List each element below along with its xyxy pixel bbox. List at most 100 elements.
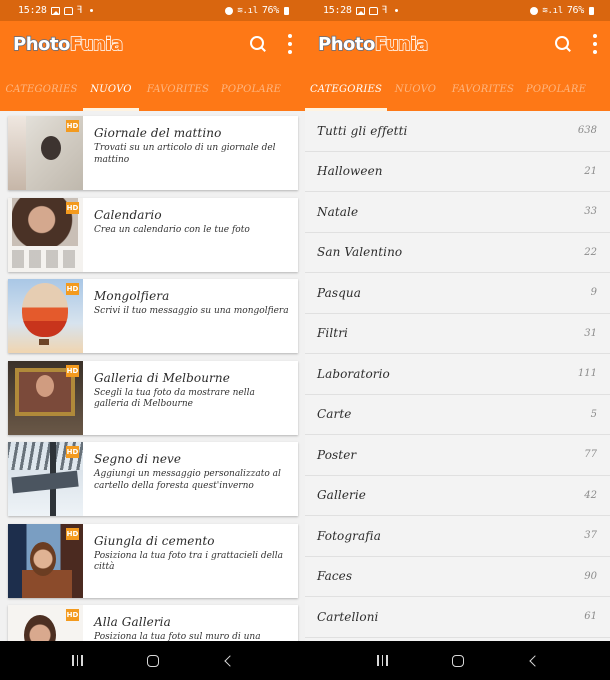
- recents-icon: [377, 655, 388, 666]
- effect-title: Alla Galleria: [94, 615, 171, 629]
- alarm-icon: [225, 6, 234, 15]
- logo-photo: Photo: [317, 33, 376, 56]
- smart-home-notification-icon: [63, 6, 73, 15]
- effect-title: Giornale del mattino: [94, 126, 222, 140]
- status-bar: 15:28 ꟻ ≋.ıl 76%: [0, 0, 305, 21]
- effect-card[interactable]: HD Alla Galleria Posiziona la tua foto s…: [8, 605, 298, 641]
- back-icon: [223, 654, 236, 667]
- tab-categories[interactable]: CATEGORIES: [305, 67, 387, 111]
- category-row[interactable]: Laboratorio 111: [305, 354, 610, 395]
- system-nav-bar: [0, 641, 305, 680]
- more-vert-icon[interactable]: [287, 34, 293, 54]
- effect-title: Mongolfiera: [94, 289, 170, 303]
- category-name: Poster: [317, 447, 357, 462]
- hd-badge: HD: [66, 283, 79, 295]
- screens: 15:28 ꟻ ≋.ıl 76% PhotoFunia CATEGORIES N: [0, 0, 610, 680]
- category-name: Gallerie: [317, 488, 366, 503]
- category-count: 77: [584, 449, 597, 461]
- effect-thumbnail: HD: [8, 116, 83, 190]
- alarm-icon: [530, 6, 539, 15]
- home-icon: [451, 654, 464, 667]
- effect-card[interactable]: HD Mongolfiera Scrivi il tuo messaggio s…: [8, 279, 298, 353]
- more-notifications-dot-icon: [395, 9, 399, 12]
- status-time: 15:28: [18, 5, 47, 16]
- effect-thumbnail: HD: [8, 442, 83, 516]
- app-logo: PhotoFunia: [12, 33, 124, 56]
- recents-button[interactable]: [63, 649, 93, 673]
- category-row[interactable]: Pasqua 9: [305, 273, 610, 314]
- category-name: Filtri: [317, 326, 348, 341]
- effect-title: Giungla di cemento: [94, 533, 215, 548]
- search-icon[interactable]: [554, 35, 572, 53]
- more-vert-icon[interactable]: [592, 34, 598, 54]
- status-bar: 15:28 ꟻ ≋.ıl 76%: [305, 0, 610, 21]
- category-row[interactable]: Fotografia 37: [305, 516, 610, 557]
- category-count: 21: [584, 165, 597, 177]
- hd-badge: HD: [66, 120, 79, 132]
- effect-card[interactable]: HD Giungla di cemento Posiziona la tua f…: [8, 523, 298, 598]
- category-name: Carte: [317, 407, 352, 422]
- logo-funia: Funia: [374, 33, 429, 56]
- tab-nuovo[interactable]: NUOVO: [83, 67, 139, 111]
- tab-nuovo[interactable]: NUOVO: [387, 67, 444, 111]
- app-logo: PhotoFunia: [317, 33, 429, 56]
- tab-categories[interactable]: CATEGORIES: [0, 67, 83, 111]
- effect-title: Galleria di Melbourne: [94, 370, 230, 385]
- tab-popolare[interactable]: POPOLARE: [522, 67, 590, 111]
- category-count: 31: [584, 327, 597, 339]
- home-button[interactable]: [443, 649, 473, 673]
- category-row[interactable]: San Valentino 22: [305, 233, 610, 273]
- category-count: 61: [584, 611, 597, 623]
- category-count: 42: [584, 489, 597, 501]
- effect-thumbnail: HD: [8, 605, 83, 641]
- category-name: Natale: [317, 204, 359, 219]
- effect-thumbnail: HD: [8, 279, 83, 353]
- effect-title: Segno di neve: [94, 452, 182, 466]
- home-icon: [146, 654, 159, 667]
- recents-button[interactable]: [368, 649, 398, 673]
- back-button[interactable]: [213, 649, 243, 673]
- category-row[interactable]: Tutti gli effetti 638: [305, 111, 610, 152]
- effect-description: Posiziona la tua foto tra i grattacieli …: [94, 550, 284, 573]
- tab-popolare[interactable]: POPOLARE: [217, 67, 285, 111]
- category-row[interactable]: Natale 33: [305, 192, 610, 233]
- tab-favorites[interactable]: FAVORITES: [139, 67, 217, 111]
- app-bar: PhotoFunia CATEGORIES NUOVO FAVORITES PO…: [305, 21, 610, 111]
- effect-description: Trovati su un articolo di un giornale de…: [94, 143, 276, 165]
- battery-percent: 76%: [566, 5, 584, 16]
- category-name: San Valentino: [317, 245, 403, 260]
- more-notifications-dot-icon: [90, 9, 94, 12]
- category-row[interactable]: Carte 5: [305, 395, 610, 435]
- effect-thumbnail: HD: [8, 197, 83, 272]
- tab-favorites[interactable]: FAVORITES: [444, 67, 522, 111]
- app-bar: PhotoFunia CATEGORIES NUOVO FAVORITES PO…: [0, 21, 305, 111]
- category-count: 90: [584, 570, 597, 582]
- battery-percent: 76%: [261, 5, 279, 16]
- effect-card[interactable]: HD Segno di neve Aggiungi un messaggio p…: [8, 442, 298, 516]
- effect-card[interactable]: HD Giornale del mattino Trovati su un ar…: [8, 116, 298, 190]
- search-icon[interactable]: [249, 35, 267, 53]
- effect-description: Crea un calendario con le tue foto: [94, 224, 250, 235]
- category-row[interactable]: Gallerie 42: [305, 476, 610, 516]
- effect-card[interactable]: HD Galleria di Melbourne Scegli la tua f…: [8, 360, 298, 435]
- categories-list[interactable]: Tutti gli effetti 638 Halloween 21 Natale 3…: [305, 111, 610, 641]
- new-effects-list[interactable]: HD Giornale del mattino Trovati su un ar…: [0, 111, 305, 641]
- wifi-signal-icon: ≋.ıl: [237, 5, 258, 16]
- effect-description: Aggiungi un messaggio personalizzato al …: [94, 469, 281, 491]
- category-row[interactable]: Filtri 31: [305, 314, 610, 354]
- effect-card[interactable]: HD Calendario Crea un calendario con le …: [8, 197, 298, 272]
- hd-badge: HD: [66, 527, 79, 540]
- recents-icon: [72, 655, 83, 666]
- hd-badge: HD: [66, 446, 79, 458]
- category-count: 638: [577, 125, 597, 137]
- hd-badge: HD: [66, 201, 79, 214]
- home-button[interactable]: [138, 649, 168, 673]
- category-row[interactable]: Poster 77: [305, 435, 610, 476]
- effect-thumbnail: HD: [8, 523, 83, 598]
- battery-icon: [284, 6, 289, 15]
- tab-bar: CATEGORIES NUOVO FAVORITES POPOLARE: [305, 67, 610, 111]
- category-row[interactable]: Cartelloni 61: [305, 597, 610, 638]
- back-button[interactable]: [518, 649, 548, 673]
- category-row[interactable]: Faces 90: [305, 557, 610, 597]
- category-row[interactable]: Halloween 21: [305, 152, 610, 192]
